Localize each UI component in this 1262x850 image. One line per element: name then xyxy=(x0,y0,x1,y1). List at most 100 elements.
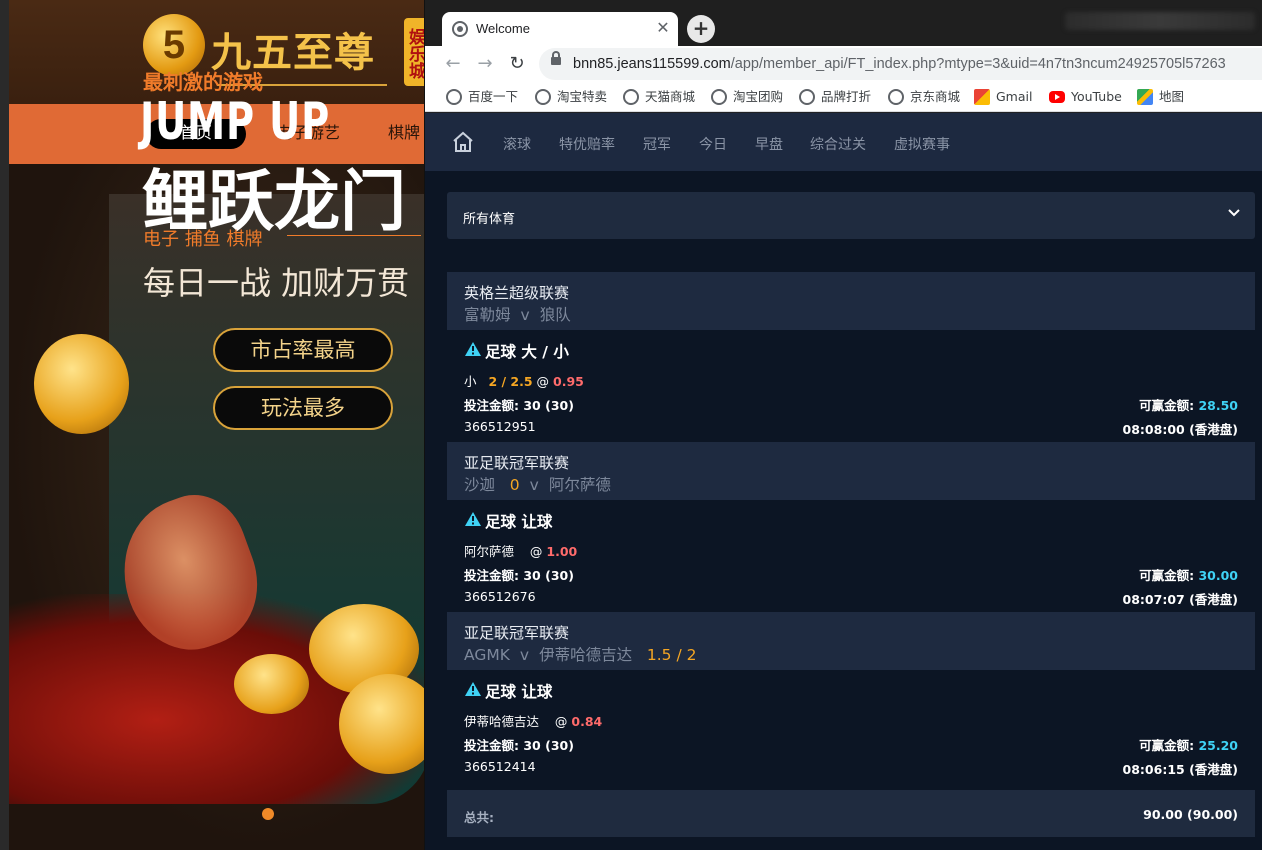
stake-value: 30 (30) xyxy=(523,738,574,753)
league-name: 英格兰超级联赛 xyxy=(464,284,570,302)
close-icon[interactable]: ✕ xyxy=(654,19,672,37)
ticket-id: 366512414 xyxy=(464,759,536,774)
potential-win: 可赢金额: 25.20 xyxy=(1139,735,1238,754)
home-icon[interactable] xyxy=(452,131,474,153)
selection: 阿尔萨德 xyxy=(464,544,515,559)
nav-early[interactable]: 早盘 xyxy=(755,134,783,154)
nav-virtual[interactable]: 虚拟赛事 xyxy=(894,134,950,154)
ticket-id: 366512951 xyxy=(464,419,536,434)
bookmark-maps[interactable]: 地图 xyxy=(1137,88,1184,106)
odds: 1.00 xyxy=(546,544,578,559)
coin-art xyxy=(234,654,309,714)
bookmark-label: 淘宝特卖 xyxy=(557,89,608,104)
bet-slip: 足球 让球 伊蒂哈德吉达 @ 0.84 投注金额: 30 (30) 可赢金额: … xyxy=(447,670,1255,782)
win-value: 25.20 xyxy=(1198,738,1238,753)
bookmark-baidu[interactable]: 百度一下 xyxy=(446,88,518,106)
reload-icon[interactable]: ↻ xyxy=(505,52,529,76)
bet-type: 足球 让球 xyxy=(464,680,552,702)
nav-parlay[interactable]: 综合过关 xyxy=(810,134,866,154)
forward-arrow-icon[interactable]: → xyxy=(473,52,497,76)
sport-filter-select[interactable]: 所有体育 xyxy=(447,192,1255,239)
handicap-line: 2 / 2.5 xyxy=(488,374,533,389)
bookmark-taobao-sale[interactable]: 淘宝特卖 xyxy=(535,88,607,106)
win-label: 可赢金额: xyxy=(1139,398,1195,413)
coin-art xyxy=(34,334,129,434)
warning-icon xyxy=(465,342,481,356)
site-nav-cards[interactable]: 棋牌 xyxy=(388,119,420,149)
stake-value: 30 (30) xyxy=(523,398,574,413)
bookmark-youtube[interactable]: YouTube xyxy=(1049,88,1122,106)
bet-slip: 足球 大 / 小 小 2 / 2.5 @ 0.95 投注金额: 30 (30) … xyxy=(447,330,1255,442)
bookmark-label: YouTube xyxy=(1071,89,1122,104)
globe-icon xyxy=(799,89,815,105)
app-nav: 滚球 特优赔率 冠军 今日 早盘 综合过关 虚拟赛事 xyxy=(425,113,1262,171)
url-text[interactable]: bnn85.jeans115599.com/app/member_api/FT_… xyxy=(573,56,1262,72)
left-edge-strip xyxy=(0,0,9,850)
window-controls-blurred xyxy=(1065,12,1255,30)
globe-icon xyxy=(446,89,462,105)
bet-type: 足球 大 / 小 xyxy=(464,340,569,362)
win-label: 可赢金额: xyxy=(1139,738,1195,753)
away-team: 伊蒂哈德吉达 xyxy=(539,646,633,664)
banner-button-most-games[interactable]: 玩法最多 xyxy=(213,386,393,430)
lock-icon[interactable] xyxy=(551,51,561,65)
matchup: 沙迦 0 v 阿尔萨德 xyxy=(464,473,611,495)
away-team: 狼队 xyxy=(539,306,571,324)
url-host: bnn85.jeans115599.com xyxy=(573,56,731,72)
coin-art xyxy=(339,674,430,774)
bookmark-label: 淘宝团购 xyxy=(733,89,784,104)
bookmark-label: 品牌打折 xyxy=(821,89,872,104)
banner-tags: 电子 捕鱼 棋牌 xyxy=(143,229,263,250)
bet-slip: 足球 让球 阿尔萨德 @ 1.00 投注金额: 30 (30) 可赢金额: 30… xyxy=(447,500,1255,612)
bookmark-gmail[interactable]: Gmail xyxy=(974,88,1032,106)
bookmark-label: 京东商城 xyxy=(910,89,961,104)
browser-window: Welcome ✕ + ← → ↻ bnn85.jeans115599.com/… xyxy=(424,0,1262,850)
address-bar[interactable]: bnn85.jeans115599.com/app/member_api/FT_… xyxy=(539,48,1262,80)
nav-today[interactable]: 今日 xyxy=(699,134,727,154)
total-bar: 总共: 90.00 (90.00) xyxy=(447,790,1255,837)
browser-toolbar: ← → ↻ bnn85.jeans115599.com/app/member_a… xyxy=(425,46,1262,82)
chevron-down-icon xyxy=(1228,209,1240,217)
bet-time: 08:06:15 (香港盘) xyxy=(1122,762,1238,777)
nav-outright[interactable]: 冠军 xyxy=(643,134,671,154)
tab-welcome[interactable]: Welcome ✕ xyxy=(442,12,678,46)
back-arrow-icon[interactable]: ← xyxy=(441,52,465,76)
away-handicap: 1.5 / 2 xyxy=(646,646,697,664)
tab-title: Welcome xyxy=(476,21,530,36)
bookmark-brand-discount[interactable]: 品牌打折 xyxy=(799,88,871,106)
total-value: 90.00 (90.00) xyxy=(1143,807,1238,822)
bookmark-label: Gmail xyxy=(996,89,1033,104)
bet-type: 足球 让球 xyxy=(464,510,552,532)
globe-icon xyxy=(711,89,727,105)
odds: 0.84 xyxy=(571,714,603,729)
away-team: 阿尔萨德 xyxy=(548,476,611,494)
bookmark-taobao-group[interactable]: 淘宝团购 xyxy=(711,88,783,106)
stake: 投注金额: 30 (30) xyxy=(464,395,574,414)
nav-live[interactable]: 滚球 xyxy=(503,134,531,154)
warning-icon xyxy=(465,682,481,696)
youtube-icon xyxy=(1049,91,1065,103)
stake: 投注金额: 30 (30) xyxy=(464,565,574,584)
betting-app: 滚球 特优赔率 冠军 今日 早盘 综合过关 虚拟赛事 所有体育 英格兰超级联赛 … xyxy=(425,113,1262,850)
bet-selection: 小 2 / 2.5 @ 0.95 xyxy=(464,374,584,389)
globe-icon xyxy=(623,89,639,105)
banner-divider xyxy=(287,235,421,236)
vs-label: v xyxy=(529,476,539,494)
potential-win: 可赢金额: 28.50 xyxy=(1139,395,1238,414)
banner-button-market-share[interactable]: 市占率最高 xyxy=(213,328,393,372)
banner-kicker: 最刺激的游戏 xyxy=(143,70,263,94)
bookmark-tmall[interactable]: 天猫商城 xyxy=(623,88,695,106)
league-name: 亚足联冠军联赛 xyxy=(464,454,570,472)
selection: 伊蒂哈德吉达 xyxy=(464,714,540,729)
carousel-dot[interactable] xyxy=(262,808,274,820)
bet-selection: 伊蒂哈德吉达 @ 0.84 xyxy=(464,714,603,729)
new-tab-button[interactable]: + xyxy=(687,15,715,43)
globe-icon xyxy=(535,89,551,105)
nav-special-odds[interactable]: 特优赔率 xyxy=(559,134,615,154)
stake-label: 投注金额: xyxy=(464,398,519,413)
selection: 小 xyxy=(464,374,477,389)
banner-headline-en: JUMP UP xyxy=(140,92,331,152)
bet-type-label: 足球 让球 xyxy=(485,683,553,701)
bet-selection: 阿尔萨德 @ 1.00 xyxy=(464,544,578,559)
bookmark-jd[interactable]: 京东商城 xyxy=(888,88,960,106)
